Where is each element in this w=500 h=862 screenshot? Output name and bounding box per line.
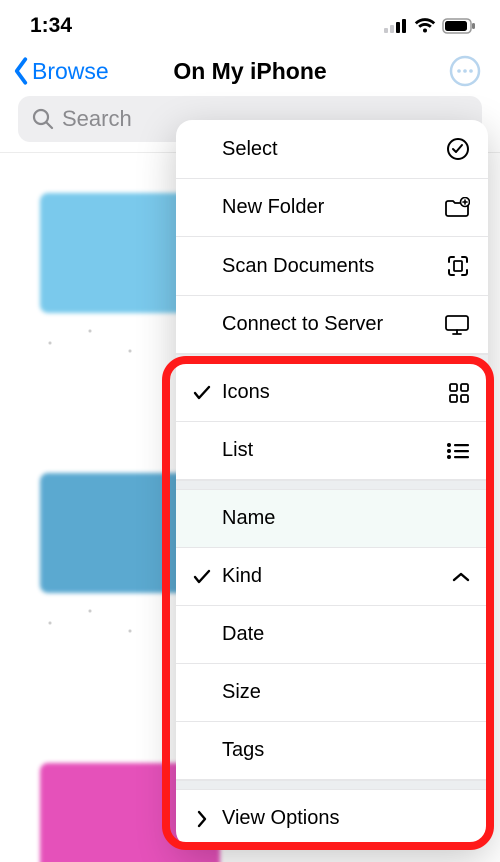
- menu-select-label: Select: [222, 138, 278, 161]
- menu-sort-tags-label: Tags: [222, 739, 264, 762]
- menu-divider: [176, 780, 488, 790]
- nav-header: Browse On My iPhone: [0, 44, 500, 90]
- chevron-left-icon: [10, 56, 32, 86]
- chevron-right-icon: [196, 810, 208, 828]
- checkmark-icon: [193, 569, 211, 585]
- menu-view-list[interactable]: List: [176, 422, 488, 480]
- menu-new-folder[interactable]: New Folder: [176, 179, 488, 237]
- menu-divider: [176, 480, 488, 490]
- menu-sort-name[interactable]: Name: [176, 490, 488, 548]
- checkmark-icon: [193, 385, 211, 401]
- menu-view-icons[interactable]: Icons: [176, 364, 488, 422]
- cellular-icon: [384, 19, 408, 33]
- search-icon: [32, 108, 54, 130]
- menu-scan-label: Scan Documents: [222, 255, 374, 278]
- context-menu: Select New Folder Scan Documents Connect…: [176, 120, 488, 847]
- menu-scan-documents[interactable]: Scan Documents: [176, 237, 488, 296]
- folder-plus-icon: [444, 197, 470, 219]
- ellipsis-circle-icon: [449, 55, 481, 87]
- checkmark-circle-icon: [446, 137, 470, 161]
- menu-sort-kind[interactable]: Kind: [176, 548, 488, 606]
- menu-sort-size-label: Size: [222, 681, 261, 704]
- menu-view-list-label: List: [222, 439, 253, 462]
- menu-connect-server[interactable]: Connect to Server: [176, 296, 488, 354]
- status-bar: 1:34: [0, 0, 500, 44]
- viewfinder-icon: [446, 254, 470, 278]
- display-icon: [444, 314, 470, 336]
- menu-select[interactable]: Select: [176, 120, 488, 179]
- menu-view-options-label: View Options: [222, 807, 339, 830]
- menu-new-folder-label: New Folder: [222, 196, 324, 219]
- battery-icon: [442, 18, 476, 34]
- page-title: On My iPhone: [173, 58, 326, 85]
- search-placeholder: Search: [62, 106, 132, 132]
- menu-sort-kind-label: Kind: [222, 565, 262, 588]
- wifi-icon: [414, 18, 436, 34]
- status-icons: [384, 18, 476, 34]
- menu-sort-date-label: Date: [222, 623, 264, 646]
- back-button[interactable]: Browse: [10, 56, 109, 86]
- chevron-up-icon: [452, 571, 470, 583]
- menu-view-icons-label: Icons: [222, 381, 270, 404]
- grid-icon: [448, 382, 470, 404]
- menu-sort-name-label: Name: [222, 507, 275, 530]
- list-icon: [446, 442, 470, 460]
- back-label: Browse: [32, 58, 109, 85]
- menu-sort-size[interactable]: Size: [176, 664, 488, 722]
- status-time: 1:34: [30, 14, 72, 38]
- menu-connect-label: Connect to Server: [222, 313, 383, 336]
- menu-divider: [176, 354, 488, 364]
- more-button[interactable]: [448, 54, 482, 88]
- menu-sort-tags[interactable]: Tags: [176, 722, 488, 780]
- menu-sort-date[interactable]: Date: [176, 606, 488, 664]
- menu-view-options[interactable]: View Options: [176, 790, 488, 847]
